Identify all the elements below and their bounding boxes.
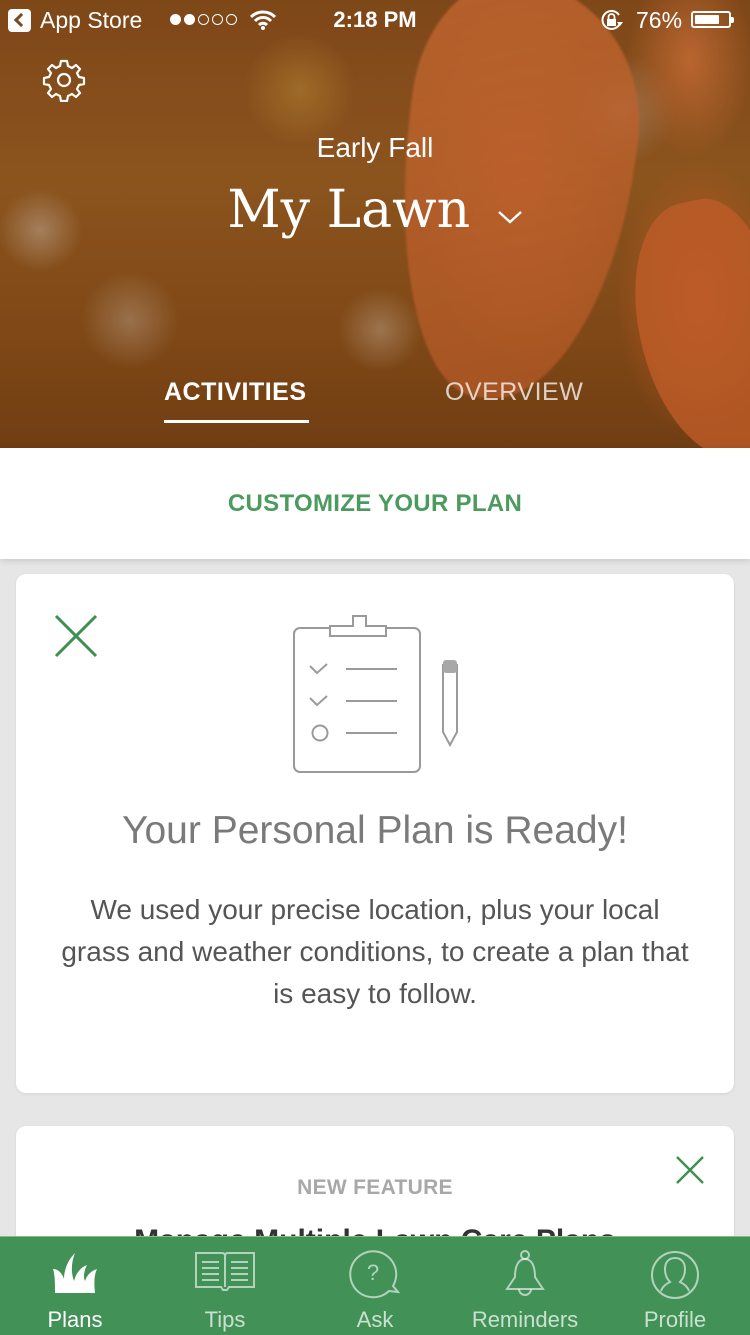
plan-ready-card: Your Personal Plan is Ready! We used you… [16, 574, 734, 1093]
tab-reminders-label[interactable]: Reminders [450, 1307, 600, 1333]
close-icon[interactable] [54, 614, 98, 658]
tab-reminders[interactable]: Reminders [450, 1237, 600, 1335]
clipboard-checklist-icon [293, 615, 458, 773]
rotation-lock-icon [601, 10, 623, 30]
plan-ready-description: We used your precise location, plus your… [61, 894, 689, 1009]
grass-icon [53, 1253, 97, 1293]
season-label: Early Fall [316, 132, 434, 163]
bell-icon [505, 1250, 545, 1296]
plan-ready-title: Your Personal Plan is Ready! [122, 809, 628, 852]
header-tabs: ACTIVITIES OVERVIEW [0, 372, 750, 432]
status-bar: App Store 2:18 PM 76% [0, 0, 750, 40]
battery-percent: 76% [636, 7, 683, 33]
tab-profile-label[interactable]: Profile [600, 1307, 750, 1333]
battery-icon [691, 11, 734, 28]
tab-tips[interactable]: Tips [150, 1237, 300, 1335]
settings-gear-icon[interactable] [42, 58, 86, 102]
profile-icon [651, 1251, 699, 1299]
tab-plans[interactable]: Plans [0, 1237, 150, 1335]
chevron-down-icon[interactable] [497, 209, 523, 225]
active-tab-indicator [164, 420, 309, 423]
tab-tips-label[interactable]: Tips [150, 1307, 300, 1333]
customize-plan-button[interactable]: CUSTOMIZE YOUR PLAN [0, 448, 750, 559]
tab-ask-label[interactable]: Ask [300, 1307, 450, 1333]
question-bubble-icon: ? [349, 1250, 401, 1299]
lawn-title[interactable]: My Lawn [227, 180, 470, 240]
bottom-tab-bar: Plans Tips ? Ask Reminders Profile [0, 1236, 750, 1335]
tab-plans-label[interactable]: Plans [0, 1307, 150, 1333]
svg-text:?: ? [367, 1260, 379, 1285]
tab-profile[interactable]: Profile [600, 1237, 750, 1335]
customize-plan-label[interactable]: CUSTOMIZE YOUR PLAN [228, 490, 522, 518]
new-feature-label: NEW FEATURE [297, 1176, 453, 1199]
book-icon [195, 1252, 255, 1291]
tab-activities[interactable]: ACTIVITIES [164, 378, 307, 407]
lawn-selector[interactable]: My Lawn [0, 180, 750, 240]
tab-overview[interactable]: OVERVIEW [445, 378, 583, 407]
tab-ask[interactable]: ? Ask [300, 1237, 450, 1335]
